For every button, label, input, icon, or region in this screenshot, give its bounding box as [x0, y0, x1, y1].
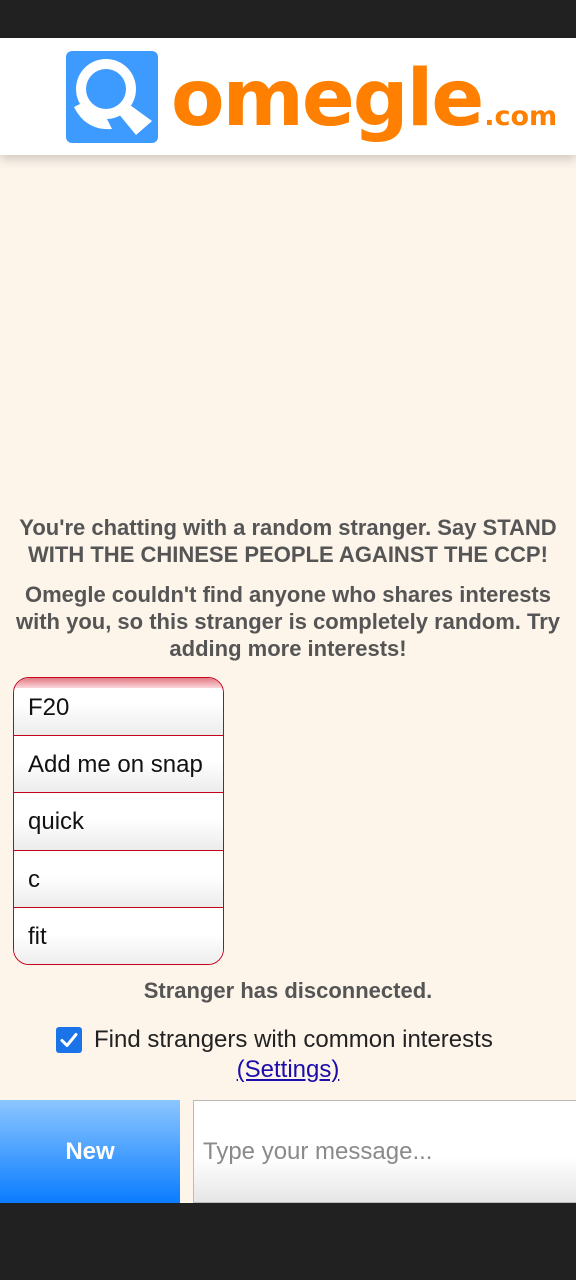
interest-item: c: [14, 850, 223, 909]
interest-item: F20: [14, 678, 223, 736]
omegle-logo-wordmark[interactable]: omegle.com: [171, 58, 558, 139]
interest-item: Add me on snap: [14, 735, 223, 794]
interest-notice: Omegle couldn't find anyone who shares i…: [15, 582, 561, 661]
navigation-bar: [0, 1203, 576, 1280]
interest-item: fit: [14, 908, 223, 964]
interest-list: F20 Add me on snap quick c fit: [13, 677, 224, 965]
message-input[interactable]: [193, 1100, 576, 1203]
settings-link[interactable]: (Settings): [0, 1056, 576, 1084]
disconnect-status: Stranger has disconnected.: [143, 978, 433, 1003]
interest-item: quick: [14, 793, 223, 851]
logo-suffix: .com: [484, 101, 558, 132]
common-interests-label: Find strangers with common interests: [94, 1026, 493, 1053]
omegle-logo-icon[interactable]: [66, 51, 158, 143]
status-bar: [0, 0, 576, 38]
common-interests-option[interactable]: Find strangers with common interests: [56, 1024, 493, 1056]
site-header: omegle.com: [0, 38, 576, 155]
checkmark-icon: [60, 1033, 78, 1047]
common-interests-checkbox[interactable]: [56, 1027, 82, 1053]
new-chat-button[interactable]: New: [0, 1100, 180, 1203]
intro-message: You're chatting with a random stranger. …: [19, 515, 557, 567]
logo-name: omegle: [171, 54, 484, 144]
